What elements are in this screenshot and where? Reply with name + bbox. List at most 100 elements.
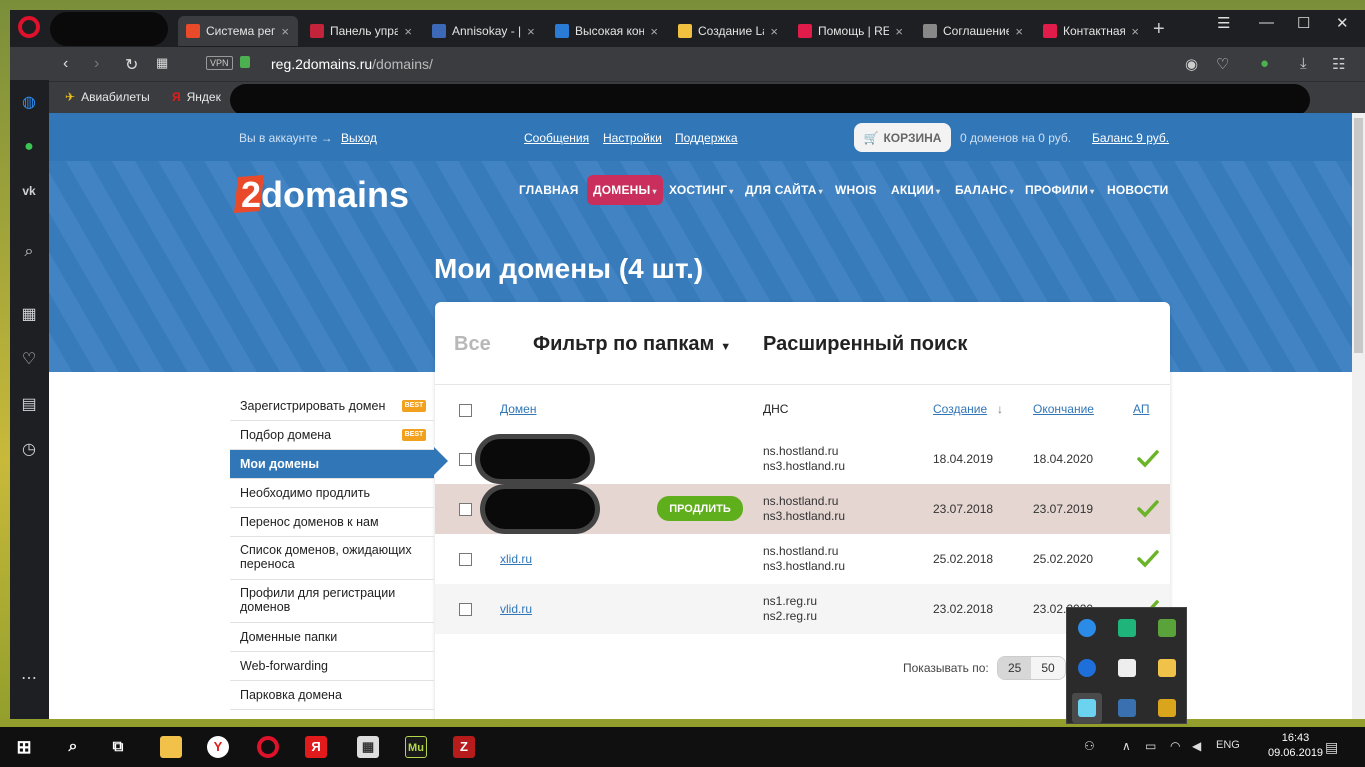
support-link[interactable]: Поддержка bbox=[675, 131, 738, 145]
tab-menu-icon[interactable]: ☰ bbox=[1217, 14, 1230, 32]
tray-expand-icon[interactable]: ∧ bbox=[1122, 739, 1131, 753]
browser-tab-5[interactable]: Помощь | RE × bbox=[790, 16, 911, 46]
side-menu-item-6[interactable]: Профили для регистрации доменов bbox=[230, 580, 434, 623]
side-menu-item-3[interactable]: Необходимо продлить bbox=[230, 479, 434, 508]
opera-menu-icon[interactable] bbox=[18, 16, 40, 38]
filter-all-tab[interactable]: Все bbox=[454, 333, 491, 356]
nvidia-icon[interactable] bbox=[1158, 619, 1176, 637]
side-menu-item-0[interactable]: Зарегистрировать домен BEST bbox=[230, 392, 434, 421]
settings-link[interactable]: Настройки bbox=[603, 131, 662, 145]
wifi-icon[interactable]: ◠ bbox=[1170, 739, 1180, 753]
tab-close-icon[interactable]: × bbox=[770, 24, 778, 39]
side-menu-item-8[interactable]: Web-forwarding bbox=[230, 652, 434, 681]
nav-item-0[interactable]: ГЛАВНАЯ bbox=[519, 183, 579, 197]
tab-close-icon[interactable]: × bbox=[1131, 24, 1139, 39]
people-icon[interactable]: ⚇ bbox=[1084, 739, 1095, 753]
side-menu-item-9[interactable]: Парковка домена bbox=[230, 681, 434, 710]
messenger-icon[interactable]: ◍ bbox=[19, 92, 39, 112]
whatsapp-icon[interactable]: ● bbox=[19, 138, 39, 158]
battery-icon[interactable]: ▭ bbox=[1145, 739, 1156, 753]
browser-tab-3[interactable]: Высокая кон × bbox=[547, 16, 666, 46]
browser-tab-0[interactable]: Система рег × bbox=[178, 16, 298, 46]
browser-tab-7[interactable]: Контактная × bbox=[1035, 16, 1147, 46]
clock[interactable]: 16:43 09.06.2019 bbox=[1268, 731, 1323, 761]
site-logo[interactable]: 2domains bbox=[234, 171, 452, 215]
easy-setup-icon[interactable]: ☷ bbox=[1332, 55, 1345, 73]
teamviewer-icon[interactable] bbox=[1078, 619, 1096, 637]
camera-icon[interactable]: ◉ bbox=[1185, 55, 1198, 73]
history-icon[interactable]: ◷ bbox=[19, 439, 39, 459]
muse-icon[interactable]: Mu bbox=[405, 736, 427, 758]
nav-item-5[interactable]: АКЦИИ ▾ bbox=[891, 183, 940, 197]
side-menu-item-7[interactable]: Доменные папки bbox=[230, 623, 434, 652]
vk-icon[interactable]: vk bbox=[19, 184, 39, 204]
browser-tab-6[interactable]: Соглашение × bbox=[915, 16, 1031, 46]
tab-close-icon[interactable]: × bbox=[1015, 24, 1023, 39]
tab-close-icon[interactable]: × bbox=[650, 24, 658, 39]
tab-close-icon[interactable]: × bbox=[895, 24, 903, 39]
download-icon[interactable]: ⤓ bbox=[1300, 55, 1307, 72]
heart-icon[interactable]: ♡ bbox=[19, 349, 39, 369]
browser-tab-2[interactable]: Annisokay - | × bbox=[424, 16, 543, 46]
notifications-icon[interactable]: ▤ bbox=[1325, 739, 1338, 756]
file-explorer-icon[interactable] bbox=[160, 736, 182, 758]
close-window-icon[interactable]: ✕ bbox=[1336, 14, 1349, 32]
bookmark-yandex[interactable]: ЯЯндекс bbox=[172, 90, 221, 104]
nav-item-4[interactable]: WHOIS bbox=[835, 183, 877, 197]
side-menu-item-5[interactable]: Список доменов, ожидающих переноса bbox=[230, 537, 434, 580]
col-created[interactable]: Создание bbox=[933, 402, 987, 416]
per-page-50[interactable]: 50 bbox=[1031, 657, 1065, 679]
maximize-icon[interactable]: ☐ bbox=[1297, 14, 1310, 32]
minimize-icon[interactable]: — bbox=[1259, 14, 1274, 31]
nav-item-8[interactable]: НОВОСТИ bbox=[1107, 183, 1168, 197]
more-icon[interactable]: ⋯ bbox=[19, 668, 39, 688]
network-tool-icon[interactable] bbox=[1118, 699, 1136, 717]
speed-dial-icon[interactable]: ▦ bbox=[19, 304, 39, 324]
renew-button[interactable]: ПРОДЛИТЬ bbox=[657, 496, 743, 521]
side-menu-item-2[interactable]: Мои домены bbox=[230, 450, 434, 479]
tab-close-icon[interactable]: × bbox=[404, 24, 412, 39]
defender-icon[interactable] bbox=[1158, 659, 1176, 677]
yandex-icon[interactable]: Я bbox=[305, 736, 327, 758]
table-row[interactable]: xlid.ru ns.hostland.ru ns3.hostland.ru 25.0… bbox=[435, 534, 1170, 584]
tab-close-icon[interactable]: × bbox=[527, 24, 535, 39]
search-icon[interactable]: ⌕ bbox=[19, 243, 39, 263]
select-all-checkbox[interactable] bbox=[459, 404, 472, 417]
filter-folders-tab[interactable]: Фильтр по папкам ▼ bbox=[533, 333, 731, 356]
back-icon[interactable]: ‹ bbox=[63, 55, 68, 73]
col-domain[interactable]: Домен bbox=[500, 402, 537, 416]
bluetooth-icon[interactable] bbox=[1078, 659, 1096, 677]
per-page-25[interactable]: 25 bbox=[998, 657, 1032, 679]
nav-item-7[interactable]: ПРОФИЛИ ▾ bbox=[1025, 183, 1094, 197]
table-row[interactable]: ns.hostland.ru ns3.hostland.ru 18.04.2019 1… bbox=[435, 434, 1170, 484]
filezilla-icon[interactable]: Z bbox=[453, 736, 475, 758]
col-autorenew[interactable]: АП bbox=[1133, 402, 1150, 416]
domain-link[interactable]: xlid.ru bbox=[500, 552, 532, 567]
task-view-icon[interactable]: ⧉ bbox=[107, 736, 129, 758]
row-checkbox[interactable] bbox=[459, 503, 472, 516]
extension-icon[interactable]: ● bbox=[1260, 55, 1269, 72]
language-indicator[interactable]: ENG bbox=[1216, 739, 1240, 751]
table-row[interactable]: vlid.ru ns1.reg.ru ns2.reg.ru 23.02.2018 23.… bbox=[435, 584, 1170, 634]
nav-item-3[interactable]: ДЛЯ САЙТА ▾ bbox=[745, 183, 823, 197]
nav-item-6[interactable]: БАЛАНС ▾ bbox=[955, 183, 1014, 197]
forward-icon[interactable]: › bbox=[94, 55, 99, 73]
domain-link[interactable]: vlid.ru bbox=[500, 602, 532, 617]
heart-icon[interactable]: ♡ bbox=[1216, 55, 1229, 73]
search-icon[interactable]: ⌕ bbox=[62, 736, 84, 758]
nav-item-2[interactable]: ХОСТИНГ ▾ bbox=[669, 183, 733, 197]
row-checkbox[interactable] bbox=[459, 453, 472, 466]
nav-item-1[interactable]: ДОМЕНЫ ▾ bbox=[587, 175, 663, 205]
yandex-browser-icon[interactable]: Y bbox=[207, 736, 229, 758]
onedrive-icon[interactable] bbox=[1078, 699, 1096, 717]
opera-taskbar-icon[interactable] bbox=[257, 736, 279, 758]
storage-icon[interactable] bbox=[1158, 699, 1176, 717]
row-checkbox[interactable] bbox=[459, 603, 472, 616]
app-tray-icon[interactable] bbox=[1118, 619, 1136, 637]
side-menu-item-4[interactable]: Перенос доменов к нам bbox=[230, 508, 434, 537]
col-expires[interactable]: Окончание bbox=[1033, 402, 1094, 416]
new-tab-icon[interactable]: + bbox=[1153, 18, 1165, 41]
tab-close-icon[interactable]: × bbox=[281, 24, 289, 39]
scrollbar-thumb[interactable] bbox=[1354, 118, 1363, 353]
url-field[interactable]: reg.2domains.ru/domains/ bbox=[271, 56, 433, 72]
